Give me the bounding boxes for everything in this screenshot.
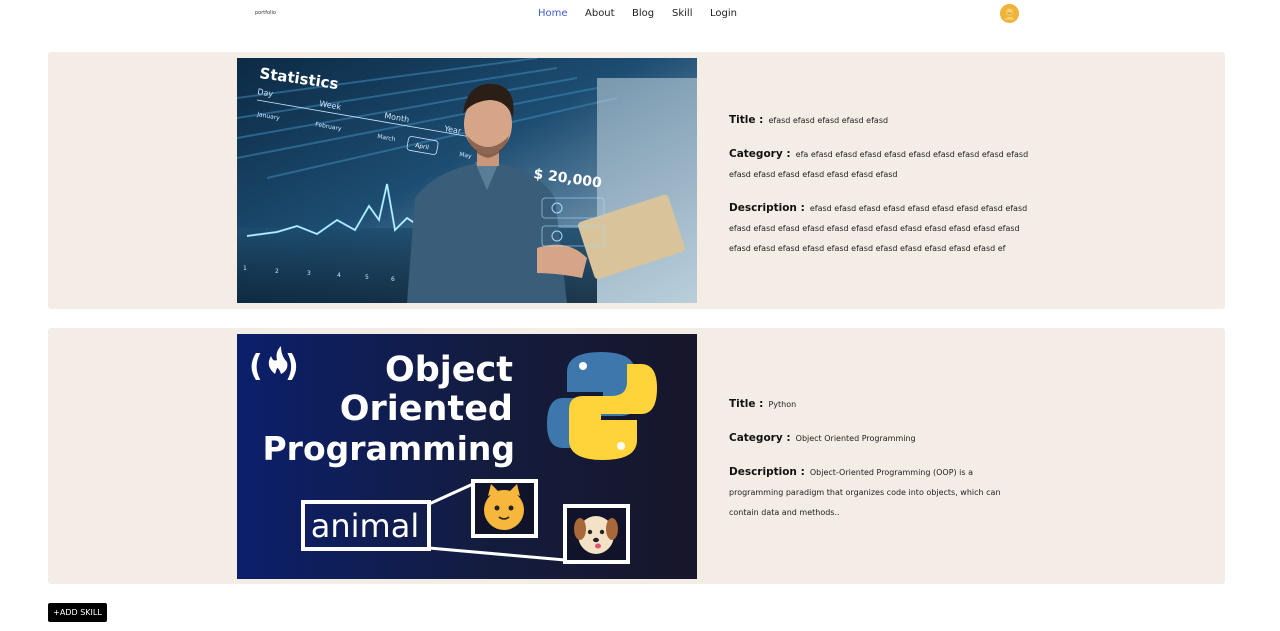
skill-description-field: Description : Object-Oriented Programmin… [729,460,1029,520]
skill-title: Python [768,400,797,409]
category-label: Category : [729,148,791,160]
image-heading-line2: Oriented [340,389,513,429]
skill-image: ( ) Object Oriented Programming animal [237,334,697,579]
nav-blog-link[interactable]: Blog [632,8,654,19]
svg-text:(: ( [249,349,263,384]
skill-category-field: Category : Object Oriented Programming [729,426,1029,446]
skill-details: Title : efasd efasd efasd efasd efasd Ca… [729,108,1029,270]
svg-text:5: 5 [365,274,369,281]
description-label: Description : [729,202,805,214]
title-label: Title : [729,398,764,410]
skill-category: Object Oriented Programming [795,434,916,443]
skill-category-field: Category : efa efasd efasd efasd efasd e… [729,142,1029,182]
nav-about-link[interactable]: About [585,8,615,19]
category-label: Category : [729,432,791,444]
nav-login-link[interactable]: Login [710,8,737,19]
skill-title: efasd efasd efasd efasd efasd [768,116,889,125]
image-animal-text: animal [311,507,419,545]
skill-description-field: Description : efasd efasd efasd efasd ef… [729,196,1029,256]
svg-text:2: 2 [275,268,279,275]
svg-text:6: 6 [391,276,395,283]
skill-title-field: Title : Python [729,392,1029,412]
nav-skill-link[interactable]: Skill [672,8,692,19]
title-label: Title : [729,114,764,126]
skill-title-field: Title : efasd efasd efasd efasd efasd [729,108,1029,128]
svg-text:3: 3 [307,270,311,277]
image-heading-line3: Programming [263,429,516,468]
nav-home-link[interactable]: Home [538,8,568,19]
svg-text:1: 1 [243,265,247,272]
skill-image: Statistics Day Week Month Year January F… [237,58,697,303]
skill-card: Statistics Day Week Month Year January F… [48,52,1225,309]
add-skill-button[interactable]: +ADD SKILL [48,603,107,622]
svg-text:4: 4 [337,272,341,279]
top-navbar: portfolio Home About Blog Skill Login [0,0,1280,30]
description-label: Description : [729,466,805,478]
skill-card: ( ) Object Oriented Programming animal T… [48,328,1225,584]
skill-details: Title : Python Category : Object Oriente… [729,392,1029,534]
user-avatar-icon[interactable] [1000,4,1019,23]
main-nav: Home About Blog Skill Login [0,0,1280,30]
image-heading-line1: Object [385,350,513,390]
